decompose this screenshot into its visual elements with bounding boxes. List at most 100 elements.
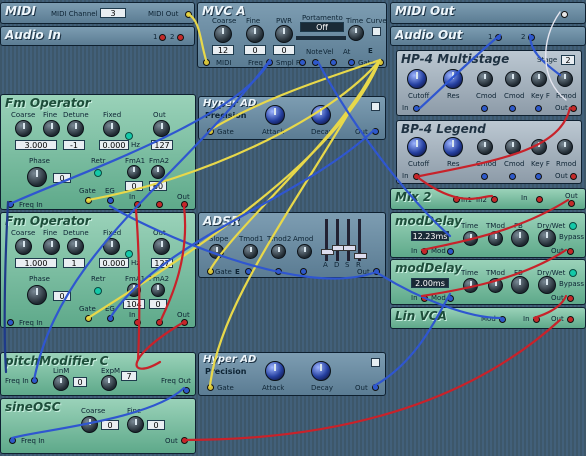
pitch-mod-freq-in-port[interactable] <box>31 377 38 384</box>
mvc-note-port[interactable] <box>312 59 319 66</box>
audio-out-port2[interactable] <box>528 34 535 41</box>
adsr-amod-knob[interactable] <box>297 244 312 259</box>
fm2-fine-knob[interactable] <box>43 238 60 255</box>
mvc-midi-port[interactable] <box>203 59 210 66</box>
mvc-coarse-value[interactable]: 12 <box>212 45 234 55</box>
mvc-smpl-port[interactable] <box>299 59 306 66</box>
sine-osc-coarse-knob[interactable] <box>81 416 98 433</box>
mvc-portamento-value[interactable]: Off <box>300 22 344 32</box>
adsr-tmod1-port[interactable] <box>245 268 252 275</box>
bp4-cmod-knob[interactable] <box>477 139 493 155</box>
fm2-fixed-knob[interactable] <box>103 238 120 255</box>
mvc-time-knob[interactable] <box>348 25 364 41</box>
bp4-keyf-port[interactable] <box>535 173 542 180</box>
mod-delay-1-time-knob[interactable] <box>463 231 478 246</box>
hp4-module[interactable]: HP-4 Multistage Stage 2 Cutoff Res Cmod … <box>396 50 582 116</box>
mix-in1-port[interactable] <box>453 196 460 203</box>
mvc-gate-port[interactable] <box>377 59 384 66</box>
hp4-keyf-knob[interactable] <box>531 71 547 87</box>
mod-delay-2-out-port[interactable] <box>567 295 574 302</box>
bp4-res-knob[interactable] <box>443 137 463 157</box>
mod-delay-2-module[interactable]: modDelay 2.00ms Time TMod FB Dry/Wet Byp… <box>390 259 586 305</box>
fm1-out-port[interactable] <box>181 201 188 208</box>
mod-delay-2-tmod-knob[interactable] <box>488 278 503 293</box>
mvc-module[interactable]: MVC A Coarse 12 Fine 0 PWR 0 Portamento … <box>197 2 387 68</box>
fm2-phase-knob[interactable] <box>27 285 47 305</box>
fm1-eg-port[interactable] <box>107 197 114 204</box>
mod-delay-2-drywet-knob[interactable] <box>538 276 556 294</box>
fm1-fixed-value[interactable]: 0.000 <box>99 140 129 150</box>
hp4-cutoff-knob[interactable] <box>407 69 427 89</box>
adsr-slope-knob[interactable] <box>209 244 224 259</box>
fm2-detune-value[interactable]: 1 <box>63 258 85 268</box>
mod-delay-1-in-port[interactable] <box>421 248 428 255</box>
hp4-cmod-knob[interactable] <box>477 71 493 87</box>
hyper-ad-1-decay-knob[interactable] <box>311 105 331 125</box>
audio-out-port1[interactable] <box>495 34 502 41</box>
mod-delay-1-tmod-knob[interactable] <box>488 231 503 246</box>
patch-canvas[interactable]: MIDI MIDI Channel 3 MIDI Out Audio In 1 … <box>0 0 586 456</box>
midi-out-port[interactable] <box>185 11 192 18</box>
hyper-ad-2-attack-knob[interactable] <box>265 361 285 381</box>
sine-osc-freq-in-port[interactable] <box>9 437 16 444</box>
fm2-coarse-knob[interactable] <box>15 238 32 255</box>
fm1-out-knob[interactable] <box>153 120 170 137</box>
hyper-ad-2-menu[interactable] <box>371 358 380 367</box>
pitch-mod-expm-value[interactable]: 7 <box>121 371 137 381</box>
hyper-ad-1-menu[interactable] <box>371 102 380 111</box>
fm2-fma2-knob[interactable] <box>151 283 165 297</box>
bp4-cmod2-port[interactable] <box>509 173 516 180</box>
hyper-ad-1-gate-port[interactable] <box>207 128 214 135</box>
mod-delay-1-time-value[interactable]: 12.23ms <box>411 231 449 241</box>
midi-out-module[interactable]: MIDI Out <box>390 2 586 24</box>
hp4-cmod2-port[interactable] <box>509 105 516 112</box>
mvc-at-port[interactable] <box>348 59 355 66</box>
hp4-in-port[interactable] <box>413 105 420 112</box>
adsr-gate-port[interactable] <box>207 268 214 275</box>
fm1-in2-port[interactable] <box>156 201 163 208</box>
fm2-in-port[interactable] <box>134 319 141 326</box>
audio-in-port2[interactable] <box>177 34 184 41</box>
mod-delay-1-drywet-knob[interactable] <box>538 229 556 247</box>
hp4-res-knob[interactable] <box>443 69 463 89</box>
mod-delay-1-fb-knob[interactable] <box>511 229 529 247</box>
hp4-rmod-knob[interactable] <box>557 71 573 87</box>
hyper-ad-2-module[interactable]: Hyper AD Precision Gate Attack Decay Out <box>198 352 386 396</box>
adsr-tmod2-knob[interactable] <box>271 244 286 259</box>
lin-vca-mod-port[interactable] <box>499 316 506 323</box>
fm2-out-port[interactable] <box>181 319 188 326</box>
fm2-fixed-value[interactable]: 0.000 <box>99 258 129 268</box>
hyper-ad-1-out-port[interactable] <box>372 128 379 135</box>
audio-out-module[interactable]: Audio Out 1 2 <box>390 26 586 46</box>
fm2-fma1-knob[interactable] <box>127 283 141 297</box>
mix-out-port[interactable] <box>568 200 575 207</box>
fm1-detune-knob[interactable] <box>67 120 84 137</box>
sine-osc-fine-value[interactable]: 0 <box>147 420 165 430</box>
fm2-out-value[interactable]: 127 <box>151 258 173 268</box>
fm1-phase-value[interactable]: 0 <box>53 173 71 183</box>
fm2-out-knob[interactable] <box>153 238 170 255</box>
bp4-cutoff-knob[interactable] <box>407 137 427 157</box>
mod-delay-1-out-port[interactable] <box>567 248 574 255</box>
sine-osc-coarse-value[interactable]: 0 <box>101 420 119 430</box>
fm1-phase-knob[interactable] <box>27 167 47 187</box>
mvc-portamento-slider[interactable] <box>296 36 346 40</box>
hp4-out-port[interactable] <box>570 105 577 112</box>
sine-osc-out-port[interactable] <box>181 437 188 444</box>
lin-vca-module[interactable]: Lin VCA Mod In Out <box>390 307 586 329</box>
mvc-pwr-knob[interactable] <box>275 25 293 43</box>
adsr-a-fader[interactable] <box>321 219 334 261</box>
fm2-retr-led[interactable] <box>94 287 102 295</box>
fm1-fine-knob[interactable] <box>43 120 60 137</box>
bp4-module[interactable]: BP-4 Legend Cutoff Res Cmod Cmod Key F R… <box>396 120 582 184</box>
mix-module[interactable]: Mix 2 In1 In2 In Out <box>390 188 586 210</box>
hyper-ad-2-decay-knob[interactable] <box>311 361 331 381</box>
adsr-r-fader[interactable] <box>354 219 367 261</box>
fm1-coarse-value[interactable]: 3.000 <box>15 140 57 150</box>
mod-delay-2-mod-port[interactable] <box>447 295 454 302</box>
hp4-keyf-port[interactable] <box>535 105 542 112</box>
adsr-out-port[interactable] <box>373 268 380 275</box>
midi-module[interactable]: MIDI MIDI Channel 3 MIDI Out <box>0 2 195 24</box>
fm1-fma1-knob[interactable] <box>127 165 141 179</box>
mvc-vel-port[interactable] <box>330 59 337 66</box>
